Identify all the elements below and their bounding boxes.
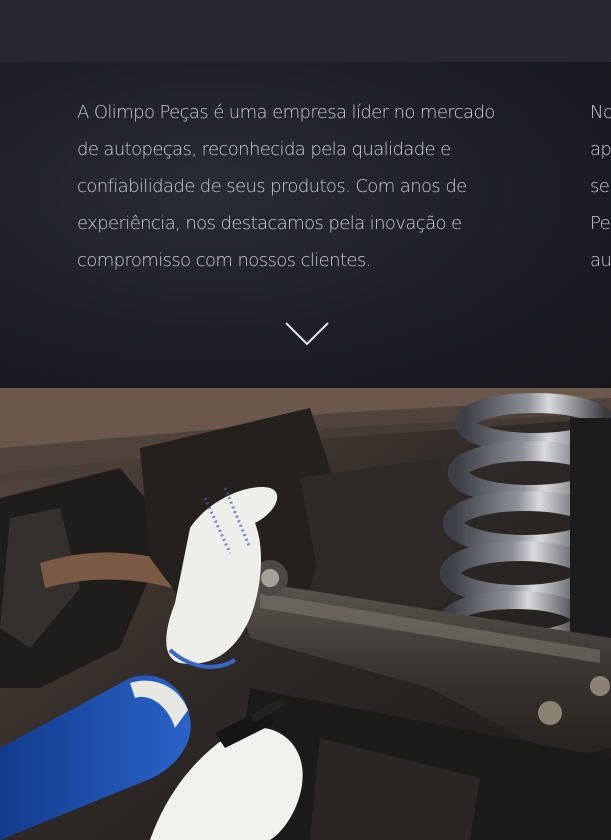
- about-text-line: Pe: [590, 213, 611, 234]
- mechanic-suspension-photo: [0, 388, 611, 840]
- about-text-line: compromisso com nossos clientes.: [77, 250, 371, 271]
- chevron-down-icon[interactable]: [284, 320, 330, 348]
- top-navbar: [0, 0, 611, 62]
- about-text-column-2: No ap se Pe au: [590, 94, 611, 279]
- about-text-line: No: [590, 102, 611, 123]
- about-text-line: experiência, nos destacamos pela inovaçã…: [77, 213, 462, 234]
- about-text-line: de autopeças, reconhecida pela qualidade…: [77, 139, 451, 160]
- about-text-line: ap: [590, 139, 611, 160]
- about-text-column-1: A Olimpo Peças é uma empresa líder no me…: [77, 94, 547, 279]
- about-text-line: confiabilidade de seus produtos. Com ano…: [77, 176, 467, 197]
- about-text-line: au: [590, 250, 611, 271]
- about-text-line: A Olimpo Peças é uma empresa líder no me…: [77, 102, 495, 123]
- about-section: A Olimpo Peças é uma empresa líder no me…: [0, 62, 611, 388]
- about-text-line: se: [590, 176, 610, 197]
